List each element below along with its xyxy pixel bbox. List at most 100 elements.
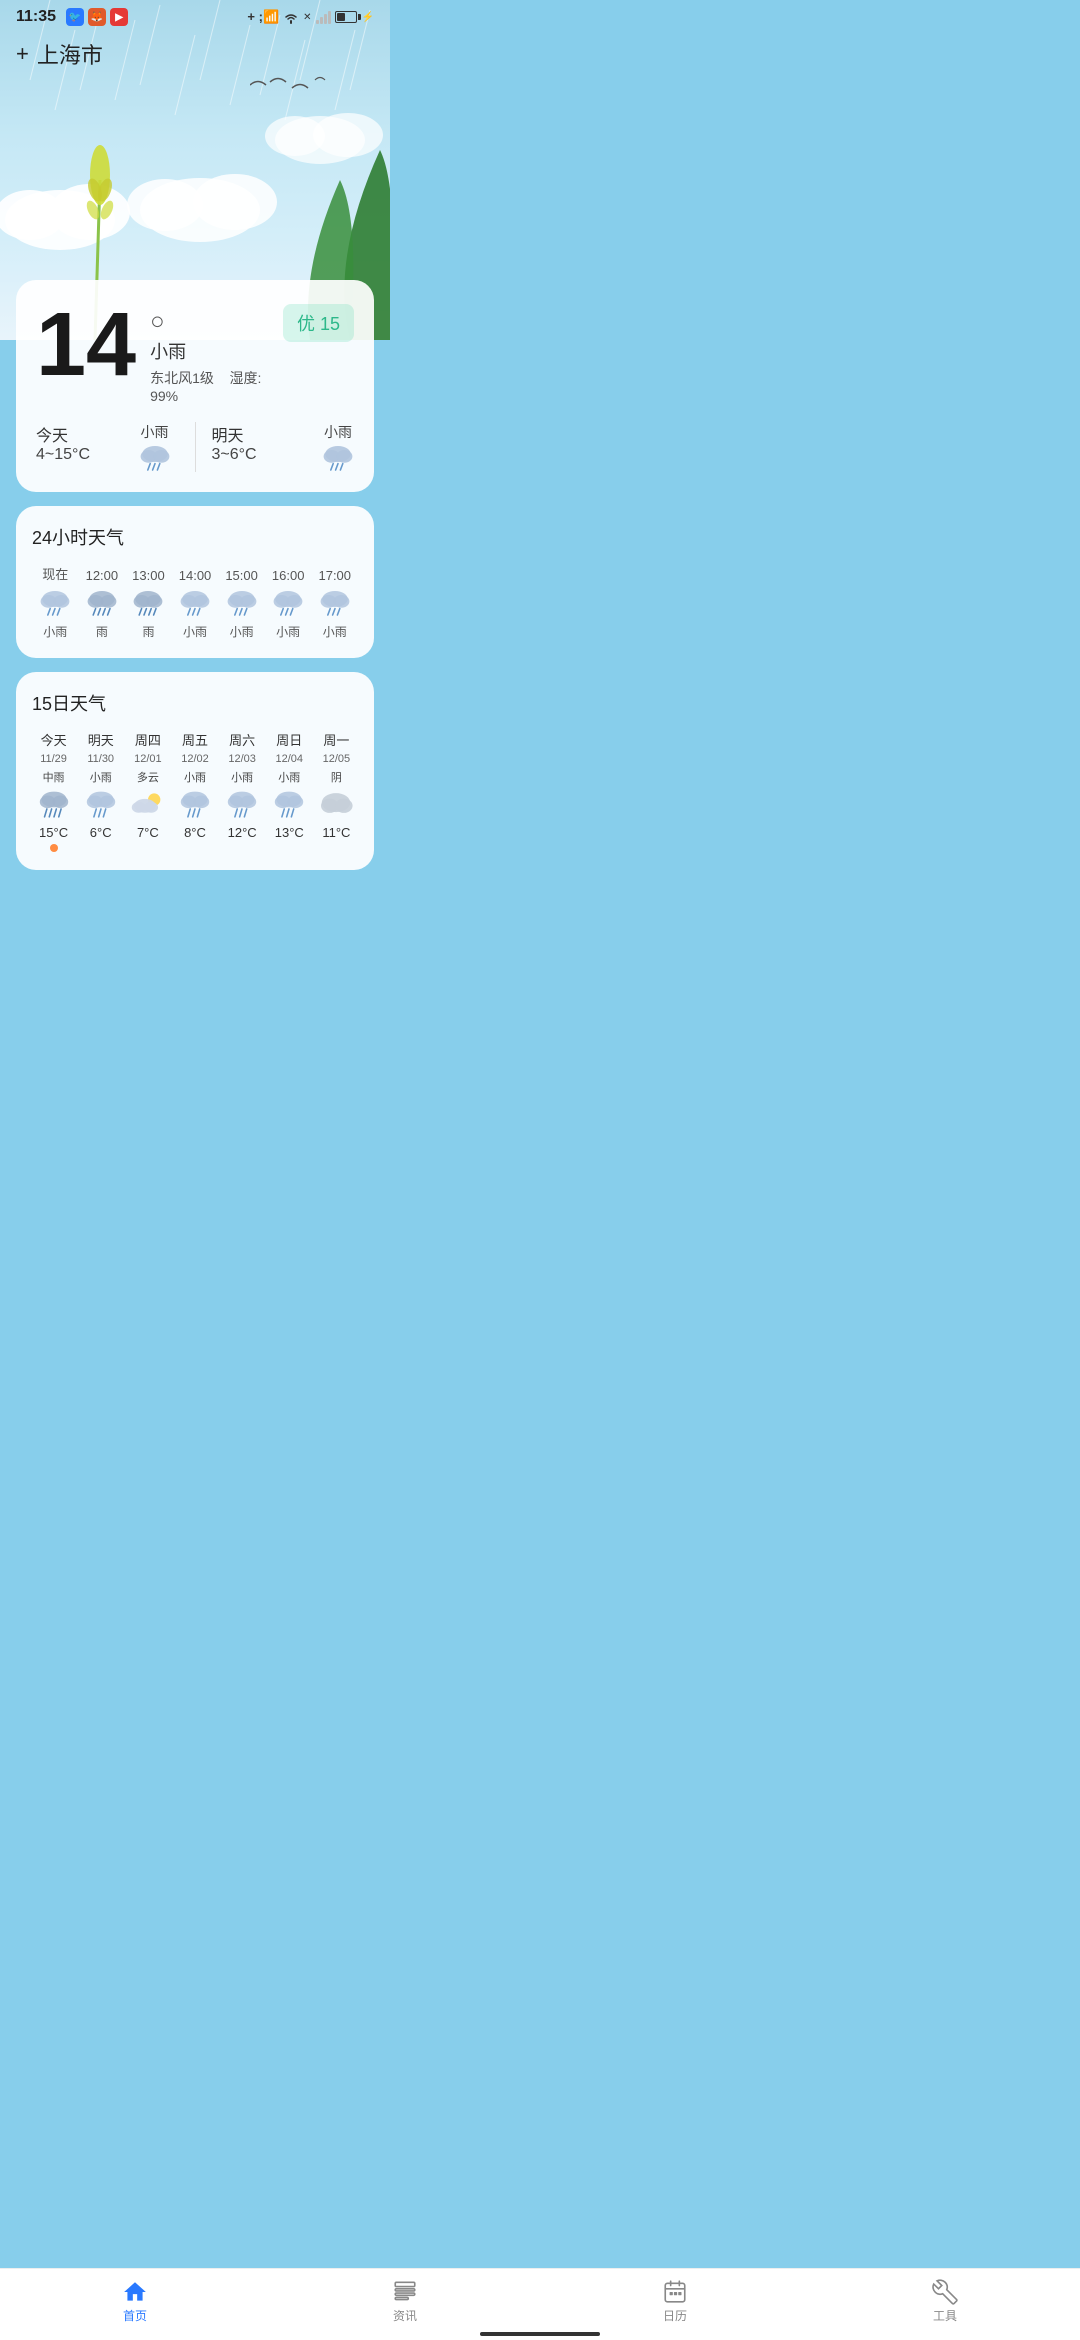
home-indicator-container: [0, 2326, 1080, 2336]
hour-icon-6: [319, 589, 351, 617]
tomorrow-label: 明天: [212, 422, 257, 446]
bird-app-icon: 🐦: [66, 8, 84, 26]
day-date-2: 12/01: [134, 753, 162, 765]
weather-condition: 小雨: [150, 338, 273, 364]
today-condition: 小雨: [141, 422, 169, 442]
day-temp-0: 15°C: [39, 825, 68, 840]
day-temp-5: 13°C: [275, 825, 304, 840]
calendar-icon: [662, 2279, 688, 2305]
nav-tools-label: 工具: [933, 2307, 957, 2324]
day-col-0: 今天 11/29 中雨 15°C: [32, 730, 75, 852]
screen-app-icon: ▶: [110, 8, 128, 26]
vertical-divider: [195, 422, 196, 472]
bluetooth-icon: + ;📶: [247, 9, 279, 25]
hour-icon-1: [86, 589, 118, 617]
day-col-1: 明天 11/30 小雨 6°C: [79, 730, 122, 852]
battery-icon: ⚡: [335, 11, 374, 23]
hour-item-6: 17:00 小雨: [311, 568, 358, 640]
current-temperature: 14: [36, 300, 136, 390]
hourly-row: 现在 小雨 12:00: [32, 564, 358, 640]
day-name-0: 今天: [41, 730, 67, 749]
day-temp-1: 6°C: [90, 825, 112, 840]
signal-icon: [316, 11, 331, 24]
day-cond-4: 小雨: [231, 769, 253, 785]
day-icon-5: [271, 789, 307, 821]
day-col-5: 周日 12/04 小雨 13°C: [268, 730, 311, 852]
hour-item-3: 14:00 小雨: [172, 568, 219, 640]
nav-tools[interactable]: 工具: [810, 2279, 1080, 2324]
today-dot: [50, 844, 58, 852]
day-date-6: 12/05: [323, 753, 351, 765]
day-cond-1: 小雨: [90, 769, 112, 785]
hour-item-2: 13:00 雨: [125, 568, 172, 640]
day-date-5: 12/04: [276, 753, 304, 765]
day-icon-2: [130, 789, 166, 821]
day-temp-4: 12°C: [228, 825, 257, 840]
add-city-button[interactable]: +: [16, 41, 29, 67]
news-icon: [392, 2279, 418, 2305]
bottom-padding: [16, 884, 374, 964]
hour-cond-2: 雨: [142, 623, 154, 640]
day-cond-3: 小雨: [184, 769, 206, 785]
day-col-6: 周一 12/05 阴 11°C: [315, 730, 358, 852]
day-icon-4: [224, 789, 260, 821]
nav-home[interactable]: 首页: [0, 2279, 270, 2324]
nav-calendar[interactable]: 日历: [540, 2279, 810, 2324]
status-bar: 11:35 🐦 🦊 ▶ + ;📶 ✕ ⚡: [0, 0, 390, 30]
nav-news-label: 资讯: [393, 2307, 417, 2324]
day-name-5: 周日: [276, 730, 302, 749]
days-grid: 今天 11/29 中雨 15°C: [32, 730, 358, 852]
day-temp-2: 7°C: [137, 825, 159, 840]
day-icon-3: [177, 789, 213, 821]
hour-time-0: 现在: [42, 564, 68, 583]
aqi-value: 15: [320, 314, 340, 334]
tomorrow-condition: 小雨: [324, 422, 352, 442]
day-icon-1: [83, 789, 119, 821]
daily-title: 15日天气: [32, 690, 358, 716]
hour-time-3: 14:00: [179, 568, 212, 583]
day-date-0: 11/29: [40, 753, 67, 765]
current-weather-card: 14 ○ 小雨 东北风1级 湿度: 99% 优 15 今天: [16, 280, 374, 492]
no-signal-icon: ✕: [303, 12, 311, 23]
hour-item-5: 16:00 小雨: [265, 568, 312, 640]
degree-circle-icon: ○: [150, 308, 273, 336]
tomorrow-block: 明天 3~6°C 小雨: [212, 422, 355, 472]
tools-icon: [932, 2279, 958, 2305]
day-temp-6: 11°C: [322, 825, 350, 840]
day-col-3: 周五 12/02 小雨 8°C: [173, 730, 216, 852]
hourly-forecast-card: 24小时天气 现在 小雨 12:00: [16, 506, 374, 658]
hour-cond-6: 小雨: [323, 623, 347, 640]
hour-time-2: 13:00: [132, 568, 165, 583]
day-date-3: 12/02: [181, 753, 209, 765]
hour-cond-1: 雨: [96, 623, 108, 640]
aqi-badge: 优 15: [283, 304, 354, 342]
nav-news[interactable]: 资讯: [270, 2279, 540, 2324]
hour-time-6: 17:00: [318, 568, 351, 583]
header: + 上海市: [0, 30, 390, 80]
hour-item-0: 现在 小雨: [32, 564, 79, 640]
daily-forecast-card: 15日天气 今天 11/29 中雨: [16, 672, 374, 870]
tomorrow-temp: 3~6°C: [212, 446, 257, 464]
day-name-1: 明天: [88, 730, 114, 749]
city-name: 上海市: [37, 38, 103, 70]
day-icon-0: [36, 789, 72, 821]
hour-icon-4: [226, 589, 258, 617]
day-col-2: 周四 12/01 多云 7°C: [126, 730, 169, 852]
today-temp: 4~15°C: [36, 446, 90, 464]
hour-cond-4: 小雨: [230, 623, 254, 640]
today-weather-icon: [139, 444, 171, 472]
illustration-spacer: [0, 80, 390, 160]
wind-humidity-text: 东北风1级 湿度: 99%: [150, 368, 273, 404]
hour-cond-3: 小雨: [183, 623, 207, 640]
home-icon: [122, 2279, 148, 2305]
hour-icon-3: [179, 589, 211, 617]
home-indicator: [480, 2332, 600, 2336]
wifi-icon: [283, 10, 299, 24]
hour-item-1: 12:00 雨: [79, 568, 126, 640]
browser-app-icon: 🦊: [88, 8, 106, 26]
day-icon-6: [318, 789, 354, 821]
nav-home-label: 首页: [123, 2307, 147, 2324]
day-cond-6: 阴: [331, 769, 342, 785]
day-date-4: 12/03: [228, 753, 256, 765]
day-name-3: 周五: [182, 730, 208, 749]
